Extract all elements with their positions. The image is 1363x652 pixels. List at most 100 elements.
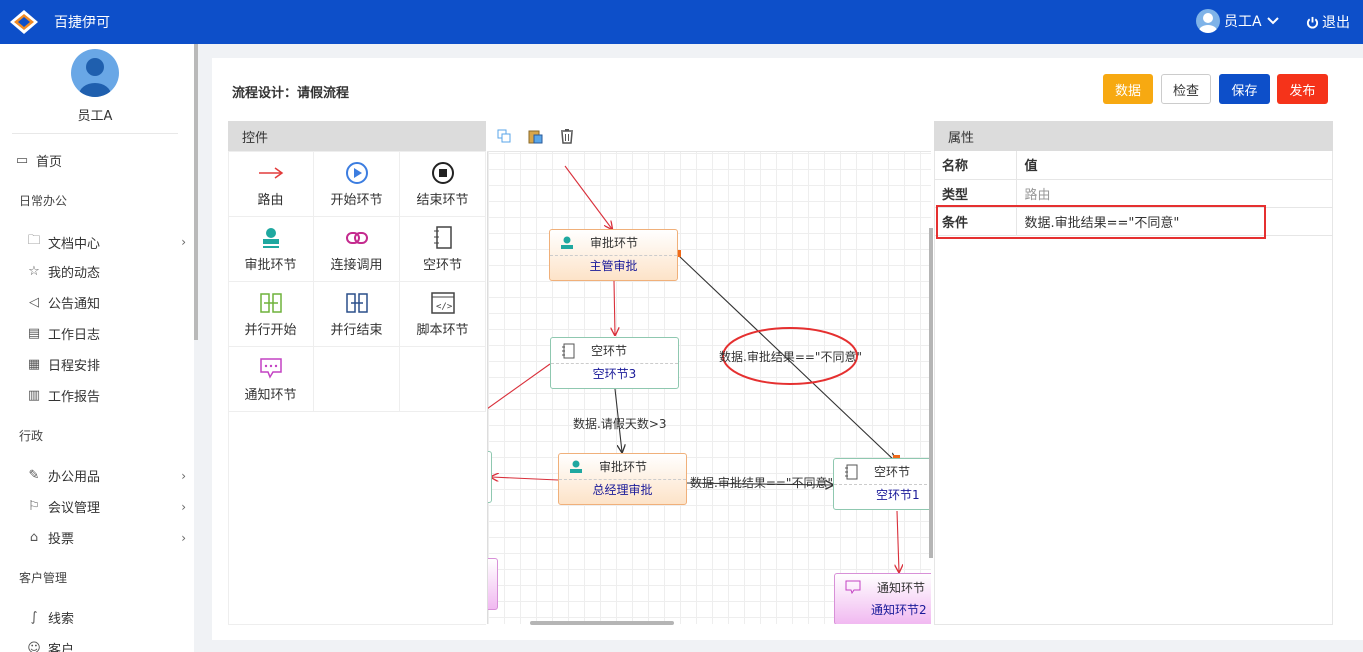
sidebar-item-notice[interactable]: ◁ 公告通知: [26, 293, 186, 312]
node-name: 通知环节2: [871, 603, 927, 617]
edge-start-manager[interactable]: [564, 165, 612, 229]
sidebar-item-worklog[interactable]: ▤ 工作日志: [26, 324, 186, 343]
node-empty3[interactable]: 空环节 空环节3: [550, 337, 679, 389]
sidebar-item-report[interactable]: ▥ 工作报告: [26, 386, 186, 405]
app-title: 百捷伊可: [54, 15, 110, 31]
control-parallel-start[interactable]: 并行开始: [228, 282, 314, 347]
check-button[interactable]: 检查: [1161, 74, 1211, 104]
sidebar-item-supplies[interactable]: ✎ 办公用品 ›: [26, 466, 186, 485]
canvas-horizontal-scrollbar[interactable]: [530, 621, 674, 625]
svg-text:</>: </>: [436, 302, 453, 312]
main-panel: 流程设计：请假流程 数据 检查 保存 发布 控件 路由 开始环节 结束环节 审批…: [212, 58, 1363, 640]
control-empty-cell: [314, 347, 400, 412]
control-script[interactable]: </> 脚本环节: [400, 282, 486, 347]
sidebar-item-home[interactable]: ▭ 首页: [14, 151, 174, 170]
controls-panel-header: 控件: [228, 121, 486, 151]
node-name: 空环节3: [592, 367, 637, 381]
flow-canvas[interactable]: 审批环节 主管审批 空环节 空环节3 审批环节 总经理审批 空环节 空环节1 通…: [487, 121, 931, 624]
node-type: 空环节: [874, 465, 911, 479]
control-label: 通知环节: [244, 388, 297, 403]
control-end[interactable]: 结束环节: [400, 152, 486, 217]
control-approve[interactable]: 审批环节: [228, 217, 314, 282]
divider: [12, 133, 178, 134]
control-route[interactable]: 路由: [228, 152, 314, 217]
sidebar-item-clue[interactable]: ∫ 线索: [26, 608, 186, 627]
chevron-right-icon: ›: [181, 235, 186, 249]
sidebar-item-label: 客户: [48, 643, 75, 652]
nav-group-crm: 客户管理: [19, 571, 68, 585]
control-link[interactable]: 连接调用: [314, 217, 400, 282]
property-value: 路由: [1016, 179, 1333, 208]
edge-empty3-left[interactable]: [488, 363, 551, 411]
node-offscreen-left[interactable]: [488, 451, 492, 503]
save-button[interactable]: 保存: [1219, 74, 1270, 104]
copy-icon[interactable]: [497, 129, 511, 143]
user-menu[interactable]: 员工A: [1196, 9, 1280, 33]
node-empty1[interactable]: 空环节 空环节1: [833, 458, 931, 510]
control-label: 连接调用: [330, 258, 383, 273]
sidebar-item-label: 工作报告: [48, 390, 101, 405]
control-start[interactable]: 开始环节: [314, 152, 400, 217]
sidebar-item-label: 投票: [48, 532, 75, 547]
report-icon: ▥: [27, 388, 41, 403]
empty-notebook-icon: [432, 226, 454, 250]
node-manager-approve[interactable]: 审批环节 主管审批: [549, 229, 678, 281]
control-notify[interactable]: 通知环节: [228, 347, 314, 412]
sidebar-item-schedule[interactable]: ▦ 日程安排: [26, 355, 186, 374]
top-bar: 百捷伊可 员工A 退出: [0, 0, 1363, 44]
condition-highlight-box: [936, 205, 1266, 239]
user-name: 员工A: [1224, 14, 1262, 30]
node-name: 空环节1: [876, 488, 920, 502]
empty-notebook-icon: [845, 464, 858, 479]
edge-label-reject-gm[interactable]: 数据.审批结果=="不同意": [690, 474, 833, 491]
trash-icon[interactable]: [559, 128, 575, 144]
customer-icon: ☺: [27, 641, 41, 652]
control-label: 开始环节: [330, 193, 383, 208]
node-gm-approve[interactable]: 审批环节 总经理审批: [558, 453, 687, 505]
control-label: 脚本环节: [416, 323, 469, 338]
properties-panel-header: 属性: [934, 121, 1333, 151]
edge-label-reject-manager[interactable]: 数据.审批结果=="不同意": [719, 348, 862, 365]
control-label: 结束环节: [416, 193, 469, 208]
control-label: 并行开始: [244, 323, 297, 338]
sidebar-item-meeting[interactable]: ⚐ 会议管理 ›: [26, 497, 186, 516]
property-name: 类型: [934, 179, 1017, 208]
divider: [934, 624, 1333, 625]
sidebar-item-docs[interactable]: 🗀 文档中心 ›: [26, 231, 186, 253]
divider: [228, 624, 486, 625]
node-offscreen-notify[interactable]: [488, 558, 498, 610]
edge-gm-left[interactable]: [491, 477, 559, 480]
node-header: 审批环节: [559, 454, 686, 480]
node-type: 审批环节: [590, 236, 639, 250]
sidebar: 员工A ▭ 首页 日常办公 🗀 文档中心 › ☆ 我的动态 ◁ 公告通知 ▤ 工…: [0, 44, 194, 652]
publish-button[interactable]: 发布: [1277, 74, 1328, 104]
node-notify2[interactable]: 通知环节 通知环节2: [834, 573, 931, 624]
logout-button[interactable]: 退出: [1306, 12, 1350, 32]
node-header: 通知环节: [835, 574, 931, 600]
node-type: 空环节: [591, 344, 628, 358]
sidebar-item-customer[interactable]: ☺ 客户: [26, 639, 186, 652]
edge-manager-empty3[interactable]: [614, 280, 615, 335]
parallel-end-icon: [345, 291, 369, 315]
canvas-toolbar: [487, 121, 931, 152]
control-parallel-end[interactable]: 并行结束: [314, 282, 400, 347]
edge-empty1-notify[interactable]: [897, 510, 899, 572]
sidebar-item-vote[interactable]: ⌂ 投票 ›: [26, 528, 186, 547]
route-arrow-icon: [258, 161, 284, 185]
header-name: 名称: [934, 151, 1017, 180]
user-avatar-icon: [1196, 9, 1220, 33]
data-button[interactable]: 数据: [1103, 74, 1153, 104]
sidebar-scrollbar[interactable]: [194, 44, 198, 340]
control-empty[interactable]: 空环节: [400, 217, 486, 282]
sidebar-item-feed[interactable]: ☆ 我的动态: [26, 262, 186, 281]
paste-icon[interactable]: [527, 128, 543, 144]
notify-icon: [845, 580, 861, 594]
log-icon: ▤: [27, 326, 41, 341]
edge-label-days[interactable]: 数据.请假天数>3: [573, 415, 667, 432]
control-label: 空环节: [422, 258, 462, 273]
star-icon: ☆: [28, 264, 40, 279]
sidebar-item-label: 我的动态: [48, 266, 101, 281]
canvas-vertical-scrollbar[interactable]: [929, 228, 933, 558]
link-icon: [345, 226, 368, 250]
sidebar-avatar: [71, 49, 119, 97]
